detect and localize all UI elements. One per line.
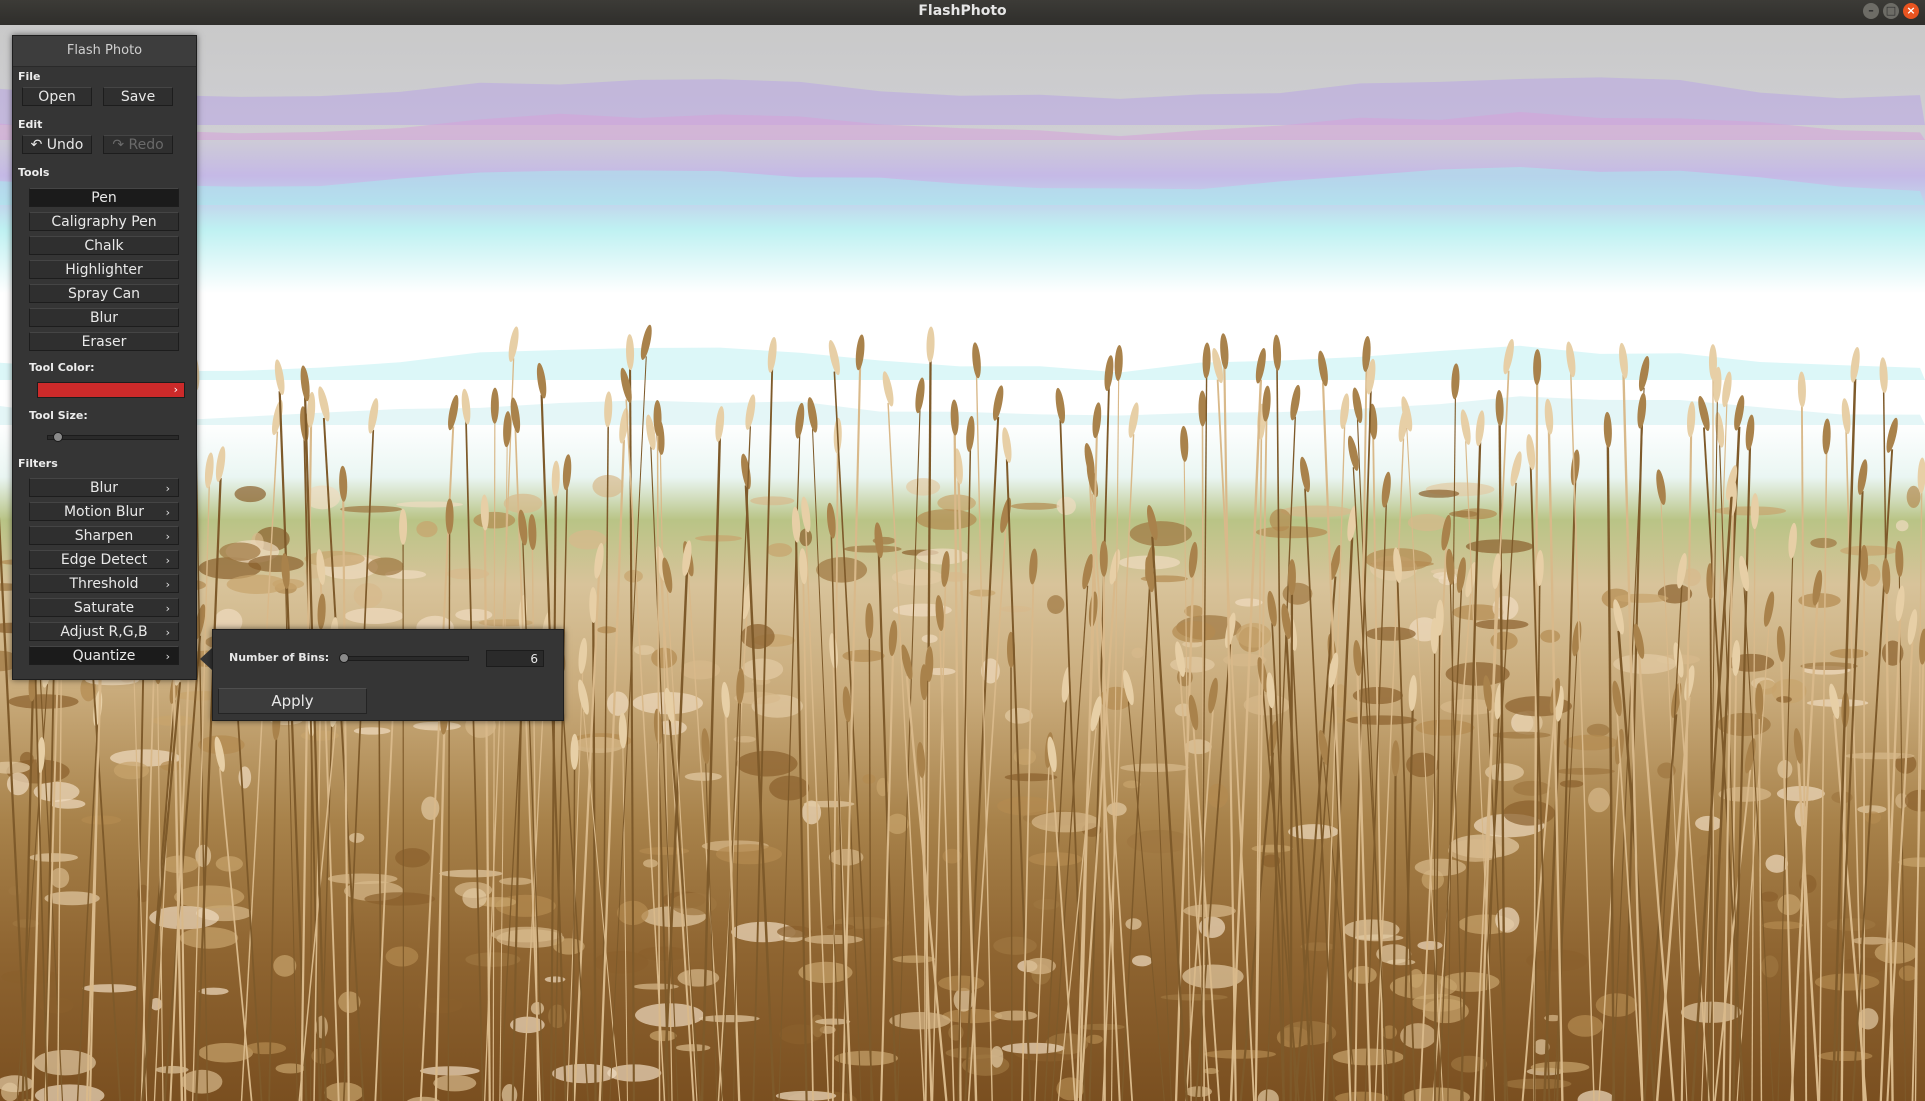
- toolbox-panel: Flash Photo File Open Save Edit ↶ Undo ↷…: [12, 35, 197, 680]
- tool-color-label: Tool Color:: [29, 361, 95, 374]
- tool-eraser[interactable]: Eraser: [29, 332, 179, 351]
- redo-icon: ↷: [112, 137, 129, 153]
- maximize-icon[interactable]: □: [1883, 3, 1899, 19]
- tool-size-slider-knob[interactable]: [53, 432, 64, 442]
- chevron-right-icon: ›: [165, 626, 170, 639]
- filter-saturate-label: Saturate: [73, 600, 135, 616]
- save-button[interactable]: Save: [103, 87, 173, 106]
- window-title: FlashPhoto: [918, 3, 1007, 19]
- filter-motion-blur-label: Motion Blur: [63, 504, 145, 520]
- filter-quantize-label: Quantize: [72, 648, 136, 664]
- tool-caligraphy-pen[interactable]: Caligraphy Pen: [29, 212, 179, 231]
- apply-button[interactable]: Apply: [218, 688, 367, 714]
- undo-label: Undo: [46, 137, 84, 153]
- popup-pointer: [200, 648, 212, 670]
- chevron-right-icon: ›: [165, 482, 170, 495]
- filter-threshold-label: Threshold: [69, 576, 139, 592]
- minimize-icon[interactable]: –: [1863, 3, 1879, 19]
- panel-title: Flash Photo: [13, 36, 196, 67]
- redo-label: Redo: [128, 137, 164, 153]
- chevron-right-icon: ›: [165, 530, 170, 543]
- bins-label: Number of Bins:: [229, 651, 330, 664]
- window-controls: – □ ×: [1863, 3, 1919, 19]
- tool-size-label: Tool Size:: [29, 409, 88, 422]
- window-titlebar: FlashPhoto – □ ×: [0, 0, 1925, 25]
- tool-color-picker[interactable]: ›: [37, 382, 185, 398]
- chevron-right-icon: ›: [165, 506, 170, 519]
- filter-sharpen[interactable]: Sharpen ›: [29, 526, 179, 545]
- filter-motion-blur[interactable]: Motion Blur ›: [29, 502, 179, 521]
- open-button[interactable]: Open: [22, 87, 92, 106]
- filters-section-label: Filters: [18, 457, 58, 470]
- tool-blur[interactable]: Blur: [29, 308, 179, 327]
- chevron-right-icon: ›: [165, 554, 170, 567]
- redo-button[interactable]: ↷ Redo: [103, 135, 173, 154]
- undo-icon: ↶: [30, 137, 47, 153]
- chevron-right-icon: ›: [165, 602, 170, 615]
- tool-size-slider[interactable]: [47, 435, 179, 440]
- filter-adjust-rgb-label: Adjust R,G,B: [60, 624, 148, 640]
- tool-highlighter[interactable]: Highlighter: [29, 260, 179, 279]
- chevron-right-icon: ›: [173, 383, 178, 396]
- tool-spray-can[interactable]: Spray Can: [29, 284, 179, 303]
- filter-blur[interactable]: Blur ›: [29, 478, 179, 497]
- bins-value-field[interactable]: 6: [486, 650, 544, 667]
- filter-saturate[interactable]: Saturate ›: [29, 598, 179, 617]
- bins-slider[interactable]: [340, 656, 469, 661]
- file-section-label: File: [18, 70, 41, 83]
- filter-quantize[interactable]: Quantize ›: [29, 646, 179, 665]
- wheat-field-image: [0, 77, 1925, 1101]
- undo-button[interactable]: ↶ Undo: [22, 135, 92, 154]
- filter-adjust-rgb[interactable]: Adjust R,G,B ›: [29, 622, 179, 641]
- filter-threshold[interactable]: Threshold ›: [29, 574, 179, 593]
- chevron-right-icon: ›: [165, 650, 170, 663]
- chevron-right-icon: ›: [165, 578, 170, 591]
- tools-section-label: Tools: [18, 166, 50, 179]
- bins-slider-knob[interactable]: [338, 653, 349, 663]
- close-icon[interactable]: ×: [1903, 3, 1919, 19]
- filter-sharpen-label: Sharpen: [74, 528, 134, 544]
- tool-chalk[interactable]: Chalk: [29, 236, 179, 255]
- filter-edge-detect[interactable]: Edge Detect ›: [29, 550, 179, 569]
- quantize-popup: Number of Bins: 6 Apply: [212, 629, 564, 721]
- filter-blur-label: Blur: [89, 480, 119, 496]
- image-canvas[interactable]: [0, 25, 1925, 1101]
- filter-edge-detect-label: Edge Detect: [60, 552, 148, 568]
- tool-pen[interactable]: Pen: [29, 188, 179, 207]
- edit-section-label: Edit: [18, 118, 43, 131]
